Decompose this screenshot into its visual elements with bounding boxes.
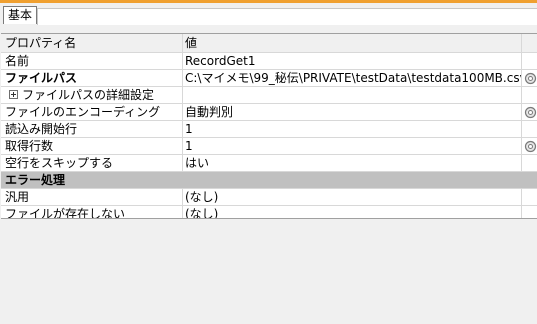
property-label-group: ファイルパスの詳細設定 bbox=[1, 87, 183, 103]
property-value[interactable]: 自動判別 bbox=[183, 104, 522, 120]
property-row-start-line[interactable]: 読込み開始行 1 bbox=[1, 121, 537, 138]
gear-icon bbox=[524, 140, 536, 152]
property-value[interactable]: はい bbox=[183, 155, 522, 171]
column-header-value: 値 bbox=[183, 34, 522, 52]
property-row-name[interactable]: 名前 RecordGet1 bbox=[1, 53, 537, 70]
property-label: 空行をスキップする bbox=[1, 155, 183, 171]
property-label: ファイルパスの詳細設定 bbox=[22, 88, 155, 102]
file-path-edit-button[interactable] bbox=[523, 70, 537, 86]
grid-header: プロパティ名 値 bbox=[1, 34, 537, 53]
property-row-file-path[interactable]: ファイルパス C:\マイメモ\99_秘伝\PRIVATE\testData\te… bbox=[1, 70, 537, 87]
empty-panel-area bbox=[1, 218, 537, 324]
tab-strip bbox=[37, 8, 537, 25]
property-grid: プロパティ名 値 名前 RecordGet1 ファイルパス C:\マイメモ\99… bbox=[1, 33, 537, 223]
property-row-encoding[interactable]: ファイルのエンコーディング 自動判別 bbox=[1, 104, 537, 121]
property-label: ファイルパス bbox=[1, 70, 183, 86]
property-value[interactable]: C:\マイメモ\99_秘伝\PRIVATE\testData\testdata1… bbox=[183, 70, 522, 86]
property-value[interactable]: 1 bbox=[183, 121, 522, 137]
column-header-property-name: プロパティ名 bbox=[1, 34, 183, 52]
property-row-row-count[interactable]: 取得行数 1 bbox=[1, 138, 537, 155]
property-label: 取得行数 bbox=[1, 138, 183, 154]
gear-icon bbox=[524, 72, 536, 84]
row-count-edit-button[interactable] bbox=[523, 138, 537, 154]
property-row-file-path-details[interactable]: ファイルパスの詳細設定 bbox=[1, 87, 537, 104]
tab-basic[interactable]: 基本 bbox=[3, 6, 37, 24]
section-header-error-handling: エラー処理 bbox=[1, 172, 537, 189]
property-row-general-error[interactable]: 汎用 (なし) bbox=[1, 189, 537, 206]
property-value[interactable]: 1 bbox=[183, 138, 522, 154]
property-label: ファイルのエンコーディング bbox=[1, 104, 183, 120]
gear-icon bbox=[524, 106, 536, 118]
plus-box-icon[interactable] bbox=[9, 90, 18, 99]
tab-bar: 基本 bbox=[0, 3, 537, 27]
property-value[interactable] bbox=[183, 87, 522, 103]
property-label: 読込み開始行 bbox=[1, 121, 183, 137]
property-row-skip-empty[interactable]: 空行をスキップする はい bbox=[1, 155, 537, 172]
section-label: エラー処理 bbox=[5, 173, 66, 187]
property-value[interactable]: RecordGet1 bbox=[183, 53, 522, 69]
property-value[interactable]: (なし) bbox=[183, 189, 522, 205]
property-label: 名前 bbox=[1, 53, 183, 69]
property-label: 汎用 bbox=[1, 189, 183, 205]
encoding-edit-button[interactable] bbox=[523, 104, 537, 120]
